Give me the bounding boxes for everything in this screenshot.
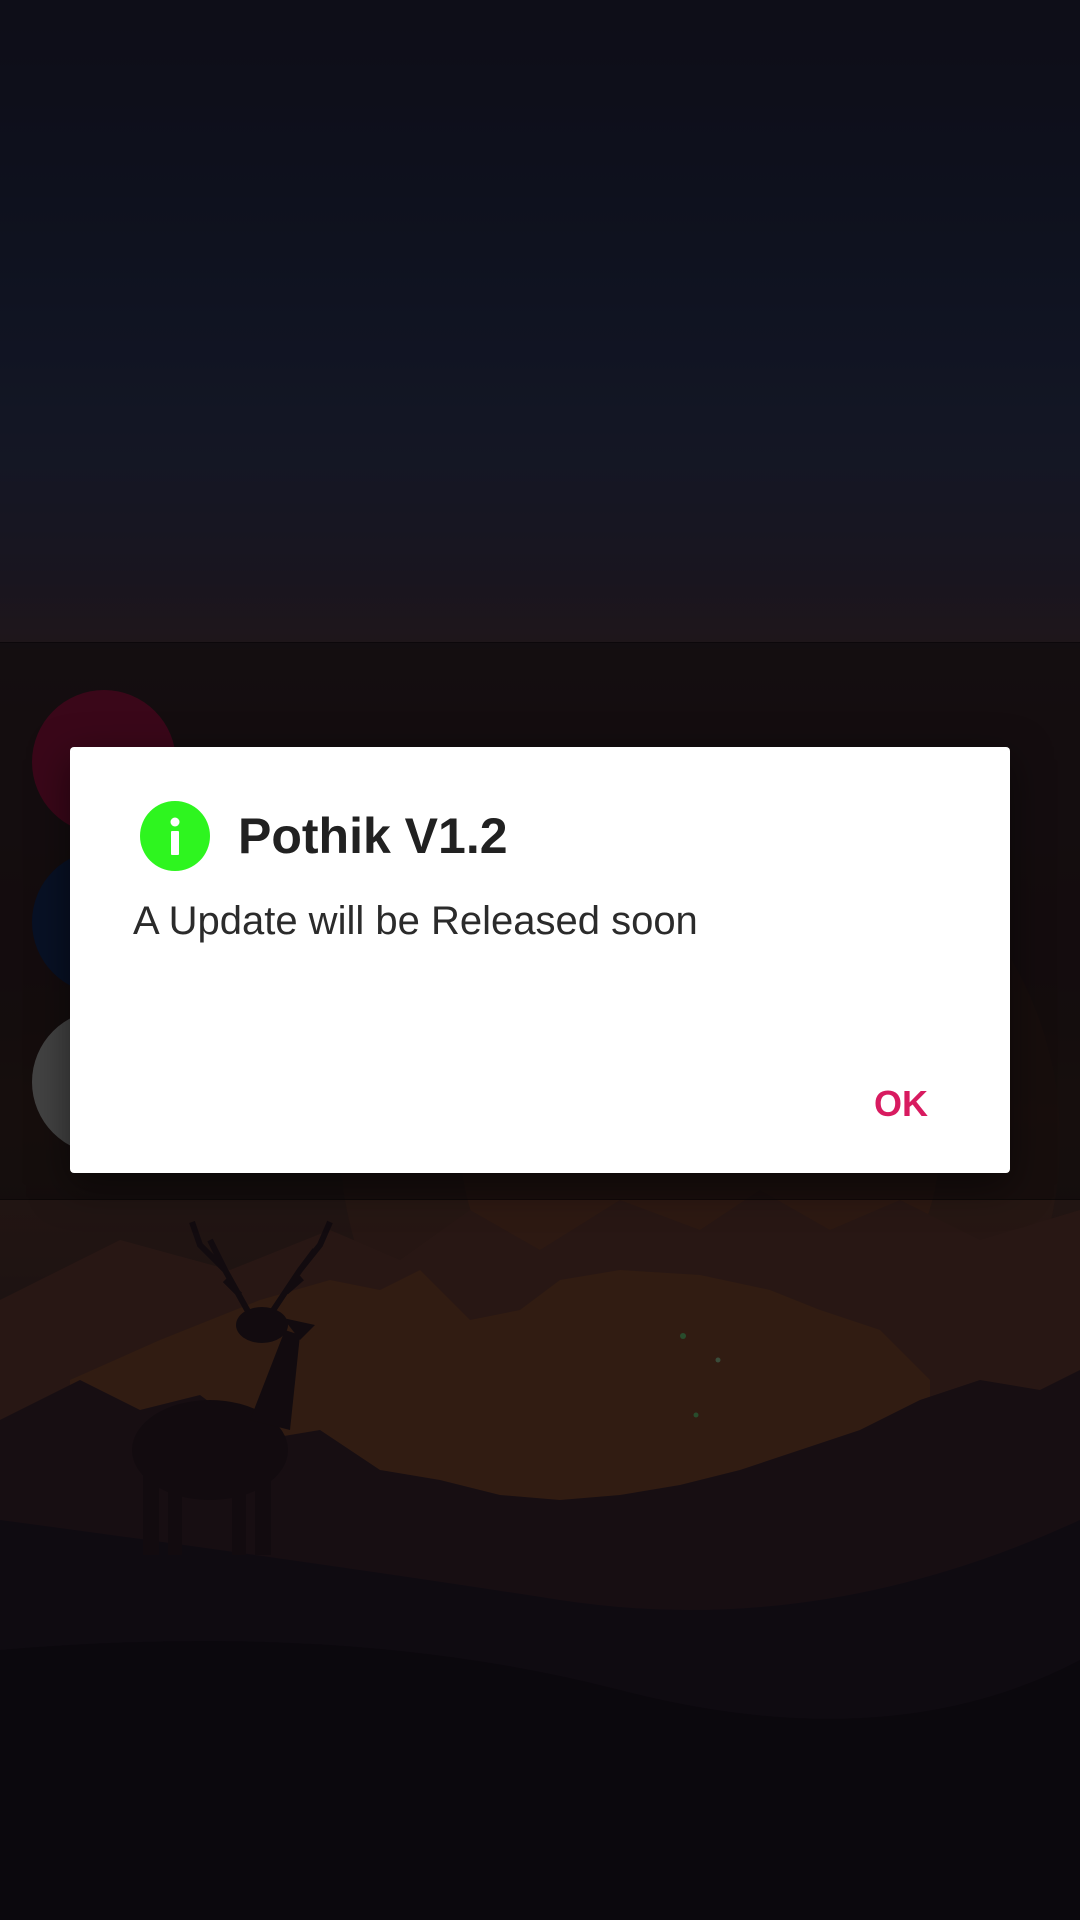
- ok-button[interactable]: OK: [862, 1075, 940, 1133]
- dialog-title: Pothik V1.2: [238, 808, 508, 864]
- info-icon: [140, 801, 210, 871]
- app-screen: Pothik V1.2 A Update will be Released so…: [0, 0, 1080, 1920]
- dialog-message: A Update will be Released soon: [133, 899, 698, 943]
- alert-dialog: Pothik V1.2 A Update will be Released so…: [70, 747, 1010, 1173]
